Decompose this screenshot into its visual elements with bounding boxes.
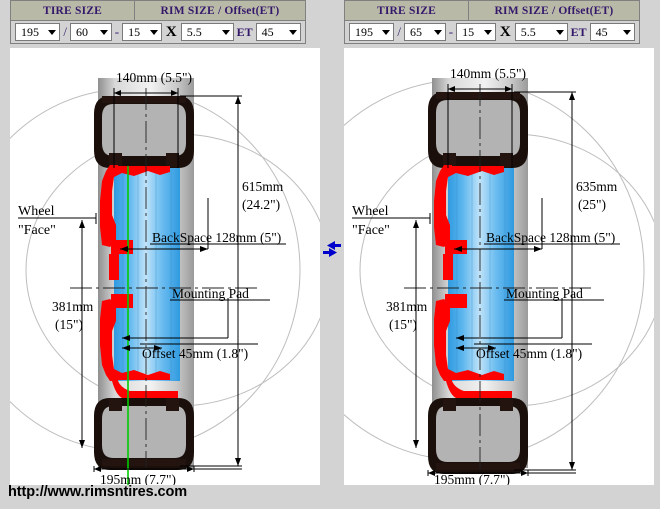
- left-rim-width-select[interactable]: 5.5: [180, 23, 234, 41]
- right-rim-width-select[interactable]: 5.5: [514, 23, 568, 41]
- left-rim-width-label: 140mm (5.5"): [116, 70, 192, 85]
- chevron-down-icon: [99, 29, 108, 35]
- left-rim-diameter-select[interactable]: 15: [122, 23, 162, 41]
- left-tire-size-title: TIRE SIZE: [10, 0, 135, 20]
- right-rim-width-label: 140mm (5.5"): [450, 66, 526, 81]
- left-offset-label: Offset 45mm (1.8"): [142, 346, 248, 361]
- left-tire-aspect-select[interactable]: 60: [70, 23, 112, 41]
- left-config-header: TIRE SIZE RIM SIZE / Offset(ET) 195 / 60…: [10, 0, 306, 44]
- left-header-controls: 195 / 60 - 15 X 5.5 ET 45: [10, 20, 306, 44]
- right-rim-diameter-value: 15: [462, 25, 475, 39]
- left-dash-separator: -: [114, 24, 120, 39]
- left-header-titles: TIRE SIZE RIM SIZE / Offset(ET): [10, 0, 306, 20]
- right-tire-width-label: 195mm (7.7"): [434, 472, 510, 485]
- left-x-separator: X: [165, 24, 177, 40]
- left-slash-separator: /: [63, 24, 68, 39]
- right-offset-label: Offset 45mm (1.8"): [476, 346, 582, 361]
- right-tire-width-select[interactable]: 195: [349, 23, 395, 41]
- chevron-down-icon: [48, 29, 57, 35]
- swap-arrows-icon: [323, 241, 341, 257]
- right-rim-size-title: RIM SIZE / Offset(ET): [469, 0, 640, 20]
- left-tire-width-value: 195: [21, 25, 39, 39]
- tire-section-bottom: [94, 398, 194, 470]
- left-overall-diameter-mm: 615mm: [242, 179, 284, 194]
- tire-section-top: [428, 92, 528, 168]
- right-mounting-pad-label: Mounting Pad: [506, 286, 583, 301]
- header-band: TIRE SIZE RIM SIZE / Offset(ET) 195 / 60…: [0, 0, 660, 48]
- right-rim-diameter-in: (15"): [389, 317, 417, 332]
- right-backspace-label: BackSpace 128mm (5"): [486, 230, 615, 245]
- tire-rim-comparison-app: TIRE SIZE RIM SIZE / Offset(ET) 195 / 60…: [0, 0, 660, 509]
- tire-section-top: [94, 96, 194, 168]
- left-rim-diameter-mm: 381mm: [52, 299, 94, 314]
- left-tire-aspect-value: 60: [76, 25, 89, 39]
- site-url-label: http://www.rimsntires.com: [8, 484, 188, 500]
- chevron-down-icon: [483, 29, 492, 35]
- left-rim-diameter-in: (15"): [55, 317, 83, 332]
- chevron-down-icon: [382, 29, 391, 35]
- right-slash-separator: /: [397, 24, 402, 39]
- left-backspace-label: BackSpace 128mm (5"): [152, 230, 281, 245]
- right-offset-value: 45: [595, 25, 608, 39]
- chevron-down-icon: [433, 29, 442, 35]
- chevron-down-icon: [149, 29, 158, 35]
- right-header-controls: 195 / 65 - 15 X 5.5 ET 45: [344, 20, 640, 44]
- left-rim-size-title: RIM SIZE / Offset(ET): [135, 0, 306, 20]
- right-x-separator: X: [499, 24, 511, 40]
- left-wheel-face-line1: Wheel: [18, 204, 55, 219]
- right-offset-select[interactable]: 45: [589, 23, 635, 41]
- right-tire-size-title: TIRE SIZE: [344, 0, 469, 20]
- right-config-header: TIRE SIZE RIM SIZE / Offset(ET) 195 / 65…: [344, 0, 640, 44]
- left-overall-diameter-in: (24.2"): [242, 197, 280, 212]
- right-rim-diameter-mm: 381mm: [386, 299, 428, 314]
- right-et-label: ET: [570, 25, 587, 39]
- right-header-titles: TIRE SIZE RIM SIZE / Offset(ET): [344, 0, 640, 20]
- right-wheel-diagram-panel: 140mm (5.5") 635mm (25") Wheel "Face" Ba…: [344, 48, 654, 485]
- chevron-down-icon: [555, 29, 564, 35]
- right-rim-diameter-select[interactable]: 15: [456, 23, 496, 41]
- left-tire-width-select[interactable]: 195: [15, 23, 61, 41]
- left-offset-select[interactable]: 45: [255, 23, 301, 41]
- chevron-down-icon: [289, 29, 297, 35]
- chevron-down-icon: [623, 29, 631, 35]
- left-wheel-face-line2: "Face": [18, 223, 56, 238]
- right-tire-width-value: 195: [355, 25, 373, 39]
- left-rim-diameter-value: 15: [128, 25, 141, 39]
- left-rim-width-value: 5.5: [186, 25, 202, 39]
- right-overall-diameter-in: (25"): [578, 197, 606, 212]
- left-et-label: ET: [236, 25, 253, 39]
- right-tire-aspect-value: 65: [410, 25, 423, 39]
- left-wheel-diagram-panel: 140mm (5.5") 615mm (24.2") Wheel "Face": [10, 48, 320, 485]
- right-overall-diameter-mm: 635mm: [576, 179, 618, 194]
- chevron-down-icon: [221, 29, 230, 35]
- right-rim-width-value: 5.5: [520, 25, 536, 39]
- left-mounting-pad-label: Mounting Pad: [172, 286, 249, 301]
- tire-section-bottom: [428, 398, 528, 474]
- right-wheel-face-line1: Wheel: [352, 204, 389, 219]
- right-dash-separator: -: [448, 24, 454, 39]
- right-wheel-face-line2: "Face": [352, 223, 390, 238]
- left-offset-value: 45: [261, 25, 274, 39]
- swap-configurations-button[interactable]: [320, 232, 344, 266]
- right-tire-aspect-select[interactable]: 65: [404, 23, 446, 41]
